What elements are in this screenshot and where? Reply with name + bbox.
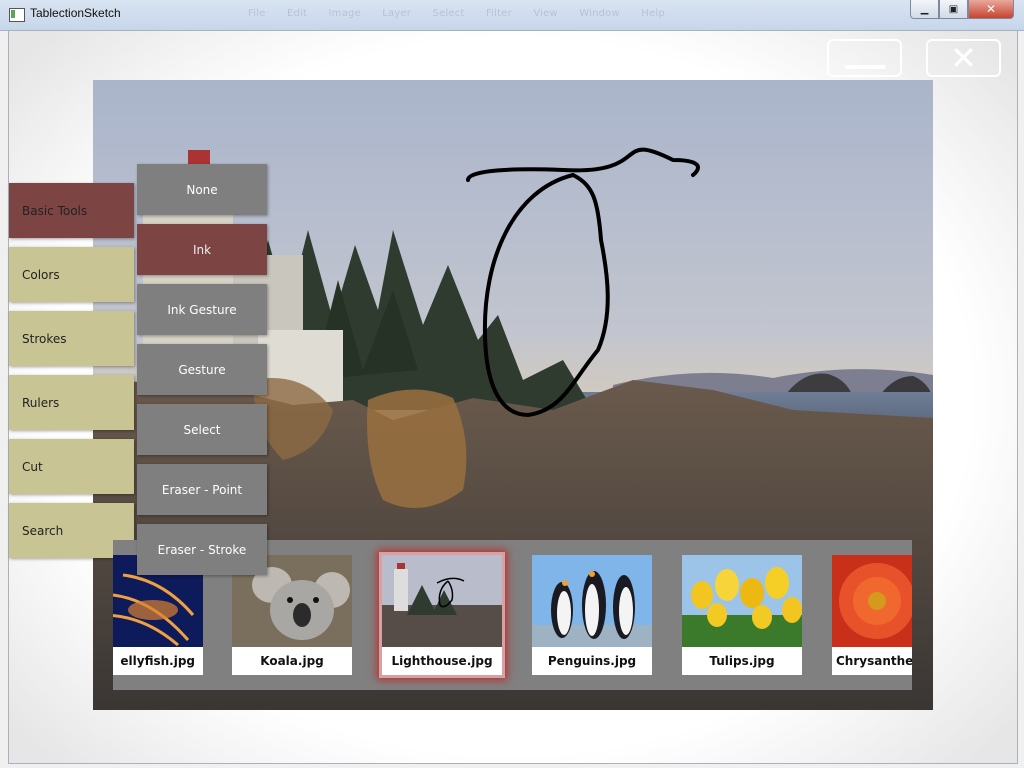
- ghost-menu-item: View: [533, 8, 558, 19]
- canvas-minimize-button[interactable]: [827, 39, 902, 77]
- thumbnail-caption: Penguins.jpg: [547, 654, 637, 668]
- minimize-icon: ▁: [920, 3, 929, 15]
- window-controls: ▁ ▣ ✕: [910, 0, 1014, 20]
- restore-icon: ▣: [948, 3, 959, 15]
- window-minimize-button[interactable]: ▁: [910, 0, 939, 19]
- app-icon: [9, 8, 25, 22]
- background-menu-bar: File Edit Image Layer Select Filter View…: [248, 8, 683, 19]
- tool-ink-gesture[interactable]: Ink Gesture: [137, 284, 267, 335]
- minimize-icon: [844, 65, 885, 69]
- thumbnail-chrysanthemum[interactable]: Chrysanthem: [832, 555, 912, 675]
- tool-eraser-stroke[interactable]: Eraser - Stroke: [137, 524, 267, 575]
- menu-rulers[interactable]: Rulers: [9, 375, 134, 430]
- thumbnail-caption: Lighthouse.jpg: [391, 654, 493, 668]
- ghost-menu-item: Window: [579, 8, 620, 19]
- tool-select[interactable]: Select: [137, 404, 267, 455]
- window-title: TablectionSketch: [30, 6, 121, 20]
- penguins-image: [532, 555, 652, 647]
- window-close-button[interactable]: ✕: [968, 0, 1014, 19]
- menu-strokes[interactable]: Strokes: [9, 311, 134, 366]
- ghost-menu-item: Edit: [286, 8, 308, 19]
- thumbnail-tulips[interactable]: Tulips.jpg: [682, 555, 802, 675]
- thumbnail-caption: ellyfish.jpg: [120, 654, 195, 668]
- tool-none[interactable]: None: [137, 164, 267, 215]
- tool-gesture[interactable]: Gesture: [137, 344, 267, 395]
- menu-colors[interactable]: Colors: [9, 247, 134, 302]
- ghost-menu-item: Layer: [382, 8, 412, 19]
- ghost-menu-item: Filter: [485, 8, 512, 19]
- menu-basic-tools[interactable]: Basic Tools: [9, 183, 134, 238]
- ghost-menu-item: Select: [432, 8, 465, 19]
- lighthouse-image: [382, 555, 502, 647]
- canvas-close-button[interactable]: ✕: [926, 39, 1001, 77]
- ghost-menu-item: Image: [328, 8, 361, 19]
- thumbnail-penguins[interactable]: Penguins.jpg: [532, 555, 652, 675]
- window-restore-button[interactable]: ▣: [939, 0, 968, 19]
- ghost-menu-item: Help: [641, 8, 665, 19]
- close-icon: ✕: [985, 2, 997, 16]
- ghost-menu-item: File: [248, 8, 266, 19]
- close-icon: ✕: [950, 39, 977, 77]
- thumbnail-lighthouse[interactable]: Lighthouse.jpg: [382, 555, 502, 675]
- thumbnail-caption: Tulips.jpg: [709, 654, 775, 668]
- title-bar: TablectionSketch File Edit Image Layer S…: [0, 0, 1024, 31]
- thumbnail-caption: Chrysanthem: [836, 654, 912, 668]
- thumbnail-caption: Koala.jpg: [260, 654, 324, 668]
- tulips-image: [682, 555, 802, 647]
- menu-cut[interactable]: Cut: [9, 439, 134, 494]
- tool-ink[interactable]: Ink: [137, 224, 267, 275]
- tool-eraser-point[interactable]: Eraser - Point: [137, 464, 267, 515]
- chrysanthemum-image: [832, 555, 912, 647]
